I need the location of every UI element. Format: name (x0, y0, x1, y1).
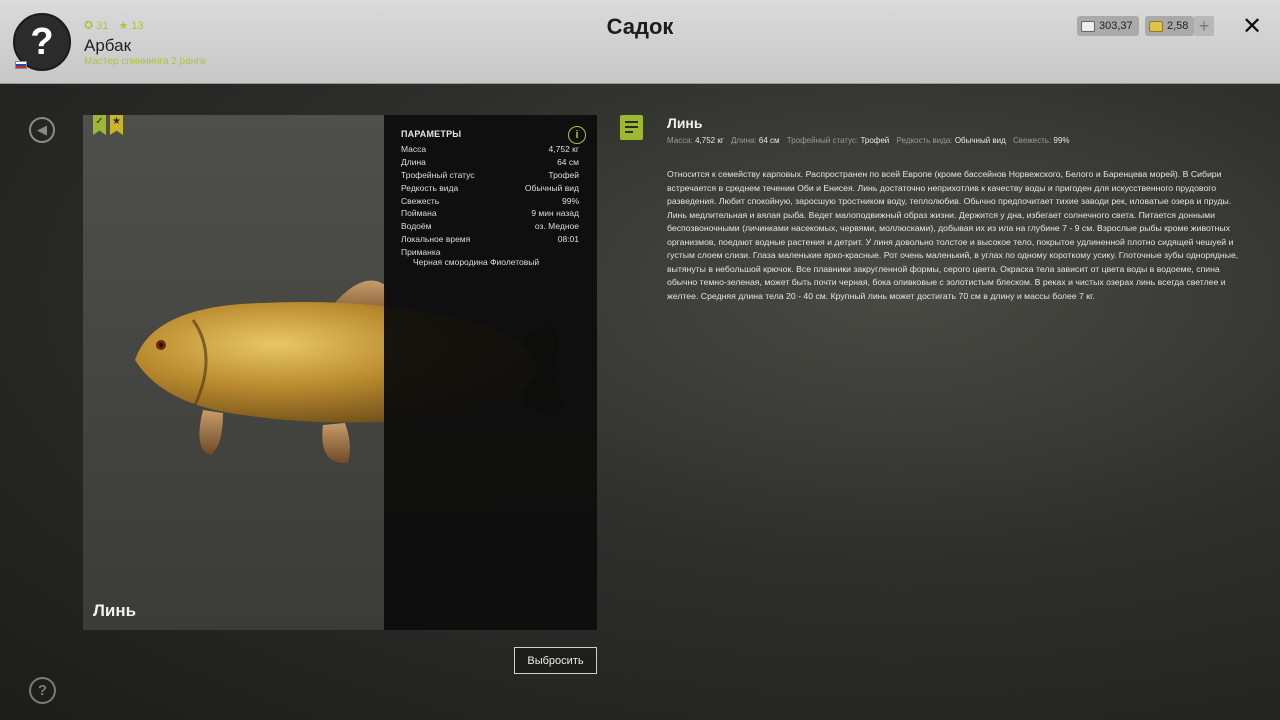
release-button[interactable]: Выбросить (514, 647, 597, 674)
help-button[interactable]: ? (29, 677, 56, 704)
checkmark-bookmark-icon: ✓ (93, 115, 106, 135)
top-bar: ? ✪ 31 ★ 13 Арбак Мастер спиннинга 2 ранга… (0, 0, 1280, 84)
document-icon (620, 115, 643, 140)
param-row: Масса 4,752 кг (401, 144, 579, 154)
params-panel: ПАРАМЕТРЫ i Масса 4,752 кг Длина 64 см Тро… (384, 115, 597, 630)
credits-balance: 303,37 (1077, 16, 1139, 36)
back-button[interactable]: ◀ (29, 117, 55, 143)
back-arrow-icon: ◀ (37, 122, 47, 137)
help-icon: ? (37, 682, 48, 699)
description-text: Относится к семейству карповых. Распрост… (667, 169, 1239, 301)
param-row: Водоём оз. Медное (401, 221, 579, 232)
param-row: Поймана 9 мин назад (401, 208, 579, 219)
bait-label: Приманка (401, 247, 441, 258)
param-row: Длина 64 см (401, 156, 579, 167)
params-title: ПАРАМЕТРЫ (401, 129, 462, 139)
close-button[interactable]: ✕ (1240, 13, 1264, 40)
param-row: Редкость вида Обычный вид (401, 182, 579, 193)
bait-value: Черная смородина Фиолетовый (413, 257, 540, 268)
add-currency-button[interactable]: + (1194, 16, 1214, 36)
credits-icon (1081, 20, 1095, 32)
gold-balance: 2,58 (1145, 16, 1195, 36)
info-icon[interactable]: i (568, 126, 586, 144)
description-title: Линь (667, 115, 703, 131)
param-row: Трофейный статус Трофей (401, 169, 579, 180)
player-rank: Мастер спиннинга 2 ранга (84, 56, 206, 67)
param-row: Свежесть 99% (401, 195, 579, 206)
gold-icon (1149, 20, 1163, 32)
fish-card: ✓ ★ Линь ПАРАМЕТРЫ i Масса 4,752 кг Длин… (83, 115, 597, 630)
russia-flag-icon (15, 61, 27, 69)
description-meta: Масса: 4,752 кг Длина: 64 см Трофейный с… (667, 136, 1070, 145)
star-bookmark-icon: ★ (110, 115, 123, 135)
fish-caption: Линь (93, 601, 137, 620)
param-row: Локальное время 08:01 (401, 234, 579, 245)
